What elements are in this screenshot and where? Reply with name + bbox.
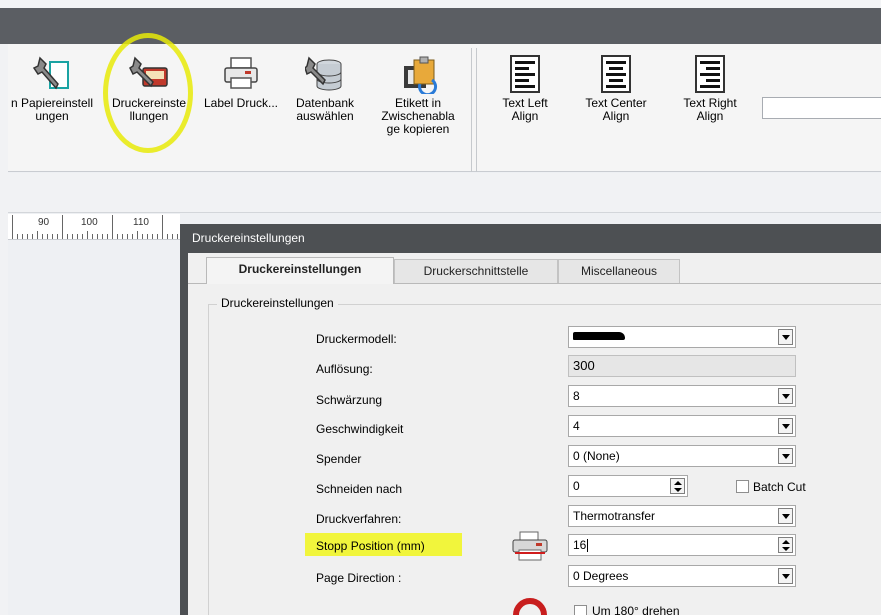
ruler-tick <box>92 234 93 239</box>
ruler-tick <box>17 234 18 239</box>
ruler-tick <box>42 234 43 239</box>
cut-after-stepper[interactable]: 0 <box>568 475 688 497</box>
rotate-icon <box>513 598 547 615</box>
ruler-tick <box>132 234 133 239</box>
design-canvas[interactable] <box>8 241 180 615</box>
page-direction-select[interactable]: 0 Degrees <box>568 565 796 587</box>
chevron-down-icon[interactable] <box>778 568 793 584</box>
ruler-tick <box>52 234 53 239</box>
ruler-tick <box>152 234 153 239</box>
spender-label: Spender <box>316 452 362 466</box>
ruler-tick <box>162 215 163 239</box>
stopp-position-label: Stopp Position (mm) <box>316 539 425 553</box>
paper-settings-label: n Papiereinstell ungen <box>10 96 94 123</box>
ruler-tick <box>57 234 58 239</box>
ruler-tick <box>72 234 73 239</box>
horizontal-ruler: 90 100 110 <box>8 214 180 240</box>
spinner-icon[interactable] <box>778 537 793 553</box>
redacted-value <box>573 332 625 340</box>
ruler-tick <box>167 234 168 239</box>
ruler-tick <box>102 234 103 239</box>
page-direction-label: Page Direction : <box>316 571 402 585</box>
ruler-tick <box>172 234 173 239</box>
darkness-select[interactable]: 8 <box>568 385 796 407</box>
rotate-180-label: Um 180° drehen <box>592 604 680 615</box>
druckverfahren-label: Druckverfahren: <box>316 512 402 526</box>
chevron-down-icon[interactable] <box>778 418 793 434</box>
ruler-label: 90 <box>38 217 50 228</box>
print-method-select[interactable]: Thermotransfer <box>568 505 796 527</box>
chevron-down-icon[interactable] <box>778 388 793 404</box>
batch-cut-label: Batch Cut <box>753 480 806 494</box>
printer-stop-icon <box>512 531 548 561</box>
dispenser-select[interactable]: 0 (None) <box>568 445 796 467</box>
chevron-down-icon[interactable] <box>778 508 793 524</box>
printer-settings-form: Druckermodell: Auflösung: 300 Schwärzung… <box>180 0 881 615</box>
ruler-tick <box>137 231 138 239</box>
stop-position-stepper[interactable]: 16 <box>568 534 796 556</box>
ruler-tick <box>82 234 83 239</box>
ruler-tick <box>177 234 178 239</box>
ruler-label: 110 <box>133 217 149 228</box>
tab-printer-settings[interactable]: Druckereinstellungen <box>206 257 394 284</box>
rotate-180-checkbox[interactable] <box>574 605 587 615</box>
geschwindigkeit-label: Geschwindigkeit <box>316 422 404 436</box>
ruler-tick <box>157 234 158 239</box>
ruler-tick <box>142 234 143 239</box>
chevron-down-icon[interactable] <box>778 448 793 464</box>
spinner-icon[interactable] <box>670 478 685 494</box>
ruler-tick <box>87 231 88 239</box>
ruler-tick <box>122 234 123 239</box>
ruler-tick <box>127 234 128 239</box>
ruler-tick <box>107 234 108 239</box>
wrench-page-icon <box>32 56 69 90</box>
resolution-field: 300 <box>568 355 796 377</box>
ruler-tick <box>47 234 48 239</box>
ruler-tick <box>22 234 23 239</box>
ruler-tick <box>112 215 113 239</box>
ruler-tick <box>37 231 38 239</box>
schwaerzung-label: Schwärzung <box>316 393 383 407</box>
ruler-tick <box>12 215 13 239</box>
ruler-tick <box>67 234 68 239</box>
ruler-tick <box>27 234 28 239</box>
window-left-edge <box>0 44 8 615</box>
speed-select[interactable]: 4 <box>568 415 796 437</box>
ruler-tick <box>62 215 63 239</box>
ruler-label: 100 <box>81 217 98 228</box>
ruler-tick <box>147 234 148 239</box>
paper-settings-button[interactable]: n Papiereinstell ungen <box>8 50 96 162</box>
aufloesung-label: Auflösung: <box>316 362 373 376</box>
druckermodell-label: Druckermodell: <box>316 332 397 346</box>
ruler-tick <box>77 234 78 239</box>
printer-model-select[interactable] <box>568 326 796 348</box>
schneiden-label: Schneiden nach <box>316 482 403 496</box>
ruler-tick <box>97 234 98 239</box>
chevron-down-icon[interactable] <box>778 329 793 345</box>
ruler-tick <box>32 234 33 239</box>
batch-cut-checkbox[interactable] <box>736 480 749 493</box>
ruler-tick <box>117 234 118 239</box>
